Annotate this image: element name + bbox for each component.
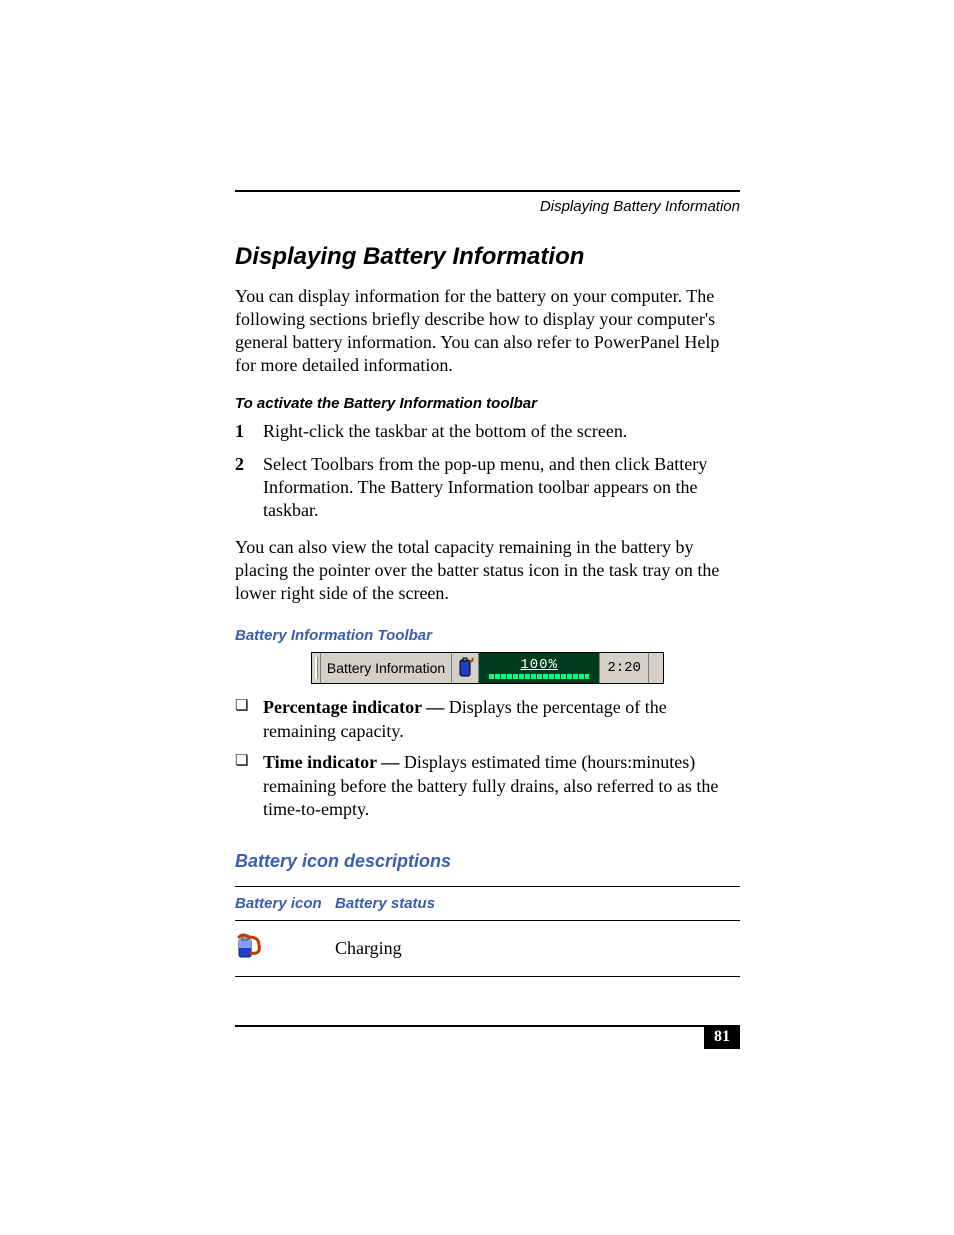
step-number: 2 (235, 453, 263, 522)
battery-charging-icon (235, 945, 269, 965)
battery-info-toolbar: Battery Information 100% 2:20 (311, 652, 664, 684)
battery-icon (452, 653, 479, 683)
page-title: Displaying Battery Information (235, 243, 740, 271)
battery-status-cell: Charging (335, 938, 740, 959)
toolbar-label: Battery Information (321, 653, 452, 683)
percent-bar (489, 674, 589, 679)
step-text: Right-click the taskbar at the bottom of… (263, 420, 740, 443)
bullet-list: ❏ Percentage indicator — Displays the pe… (235, 696, 740, 821)
bullet-label: Time indicator — (263, 752, 404, 772)
running-head: Displaying Battery Information (235, 198, 740, 215)
figure-caption: Battery Information Toolbar (235, 627, 740, 644)
battery-icon-cell (235, 931, 335, 966)
page-footer: 81 (235, 1025, 740, 1049)
bullet-icon: ❏ (235, 751, 263, 821)
table-header-status: Battery status (335, 895, 740, 912)
step-item: 1 Right-click the taskbar at the bottom … (235, 420, 740, 443)
page-content: Displaying Battery Information Displayin… (235, 190, 740, 977)
battery-icon-table: Battery icon Battery status Charging (235, 886, 740, 977)
steps-list: 1 Right-click the taskbar at the bottom … (235, 420, 740, 522)
toolbar-figure: Battery Information 100% 2:20 (235, 652, 740, 684)
step-item: 2 Select Toolbars from the pop-up menu, … (235, 453, 740, 522)
page-number: 81 (704, 1025, 740, 1049)
step-number: 1 (235, 420, 263, 443)
bullet-item: ❏ Time indicator — Displays estimated ti… (235, 751, 740, 821)
subheading-descriptions: Battery icon descriptions (235, 851, 740, 872)
intro-paragraph: You can display information for the batt… (235, 285, 740, 377)
table-row: Charging (235, 921, 740, 976)
table-header: Battery icon Battery status (235, 887, 740, 920)
bullet-text: Percentage indicator — Displays the perc… (263, 696, 740, 743)
bullet-text: Time indicator — Displays estimated time… (263, 751, 740, 821)
subheading-activate: To activate the Battery Information tool… (235, 395, 740, 412)
bullet-icon: ❏ (235, 696, 263, 743)
toolbar-grip-icon (312, 653, 321, 683)
percent-value: 100% (520, 658, 558, 672)
toolbar-end (649, 653, 663, 683)
time-value: 2:20 (600, 653, 649, 683)
percent-meter: 100% (479, 653, 600, 683)
top-rule (235, 190, 740, 192)
table-header-icon: Battery icon (235, 895, 335, 912)
bullet-item: ❏ Percentage indicator — Displays the pe… (235, 696, 740, 743)
paragraph: You can also view the total capacity rem… (235, 536, 740, 605)
step-text: Select Toolbars from the pop-up menu, an… (263, 453, 740, 522)
bullet-label: Percentage indicator — (263, 697, 449, 717)
table-rule (235, 976, 740, 977)
